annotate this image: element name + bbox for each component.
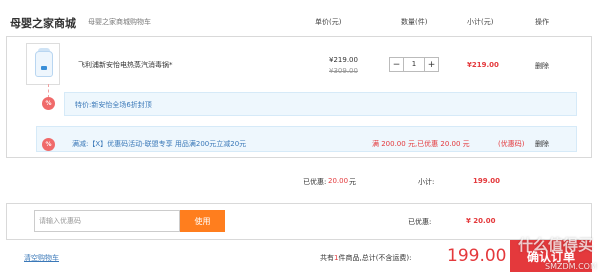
watermark-domain: SMZDM.COM	[545, 262, 597, 271]
discount-label: 已优惠:	[408, 218, 432, 226]
coupon-code-link[interactable]: (优惠码)	[498, 139, 524, 149]
use-coupon-button[interactable]: 使用	[180, 210, 225, 232]
product-name-link[interactable]: 飞利浦新安怡电热蒸汽消毒锅*	[78, 60, 173, 70]
clear-cart-link[interactable]: 清空购物车	[24, 253, 59, 263]
percent-badge-icon: %	[42, 97, 55, 110]
cart-subtotal-label: 小计:	[418, 178, 435, 186]
product-thumbnail[interactable]	[26, 43, 60, 85]
quantity-stepper: − 1 +	[389, 57, 439, 72]
quantity-decrease-button[interactable]: −	[390, 58, 404, 71]
delete-item-button[interactable]: 删除	[535, 61, 549, 71]
column-header-action: 操作	[535, 18, 549, 26]
total-prefix: 共有	[320, 254, 334, 262]
item-promo-text: 特价:新安怡全场6折封顶	[75, 101, 152, 109]
store-subtitle: 母婴之家商城购物车	[88, 18, 151, 26]
unit-price: ¥219.00	[329, 56, 358, 64]
quantity-increase-button[interactable]: +	[424, 58, 438, 71]
coupon-code-input[interactable]	[34, 210, 180, 232]
cart-subtotal-value: 199.00	[473, 177, 501, 185]
full-reduction-amount: 满 200.00 元,已优惠 20.00 元	[372, 140, 470, 148]
order-total-amount: 199.00	[447, 246, 507, 266]
column-header-quantity: 数量(件)	[401, 18, 428, 26]
item-subtotal: ¥219.00	[467, 61, 499, 69]
delete-promo-button[interactable]: 删除	[535, 139, 549, 149]
discount-value: ¥ 20.00	[466, 217, 496, 225]
promo-connector-line	[48, 84, 49, 98]
order-total-summary: 共有1件商品,总计(不含运费):	[320, 253, 412, 263]
saved-value: 20.00	[328, 177, 349, 185]
column-header-subtotal: 小计(元)	[467, 18, 494, 26]
column-header-price: 单价(元)	[315, 18, 342, 26]
saved-label: 已优惠:	[303, 178, 327, 186]
sterilizer-body	[35, 51, 53, 77]
percent-badge-icon: %	[42, 138, 55, 151]
quantity-value[interactable]: 1	[404, 58, 424, 71]
watermark-logo: 什么值得买	[518, 236, 594, 254]
saved-unit: 元	[349, 178, 356, 186]
total-suffix: 件商品,总计(不含运费):	[338, 254, 412, 262]
original-price: ¥309.00	[329, 67, 358, 75]
full-reduction-text: 满减:【X】优惠码活动-联盟专享 用品满200元立减20元	[72, 140, 247, 148]
sterilizer-button	[41, 66, 47, 70]
store-name: 母婴之家商城	[10, 17, 76, 30]
